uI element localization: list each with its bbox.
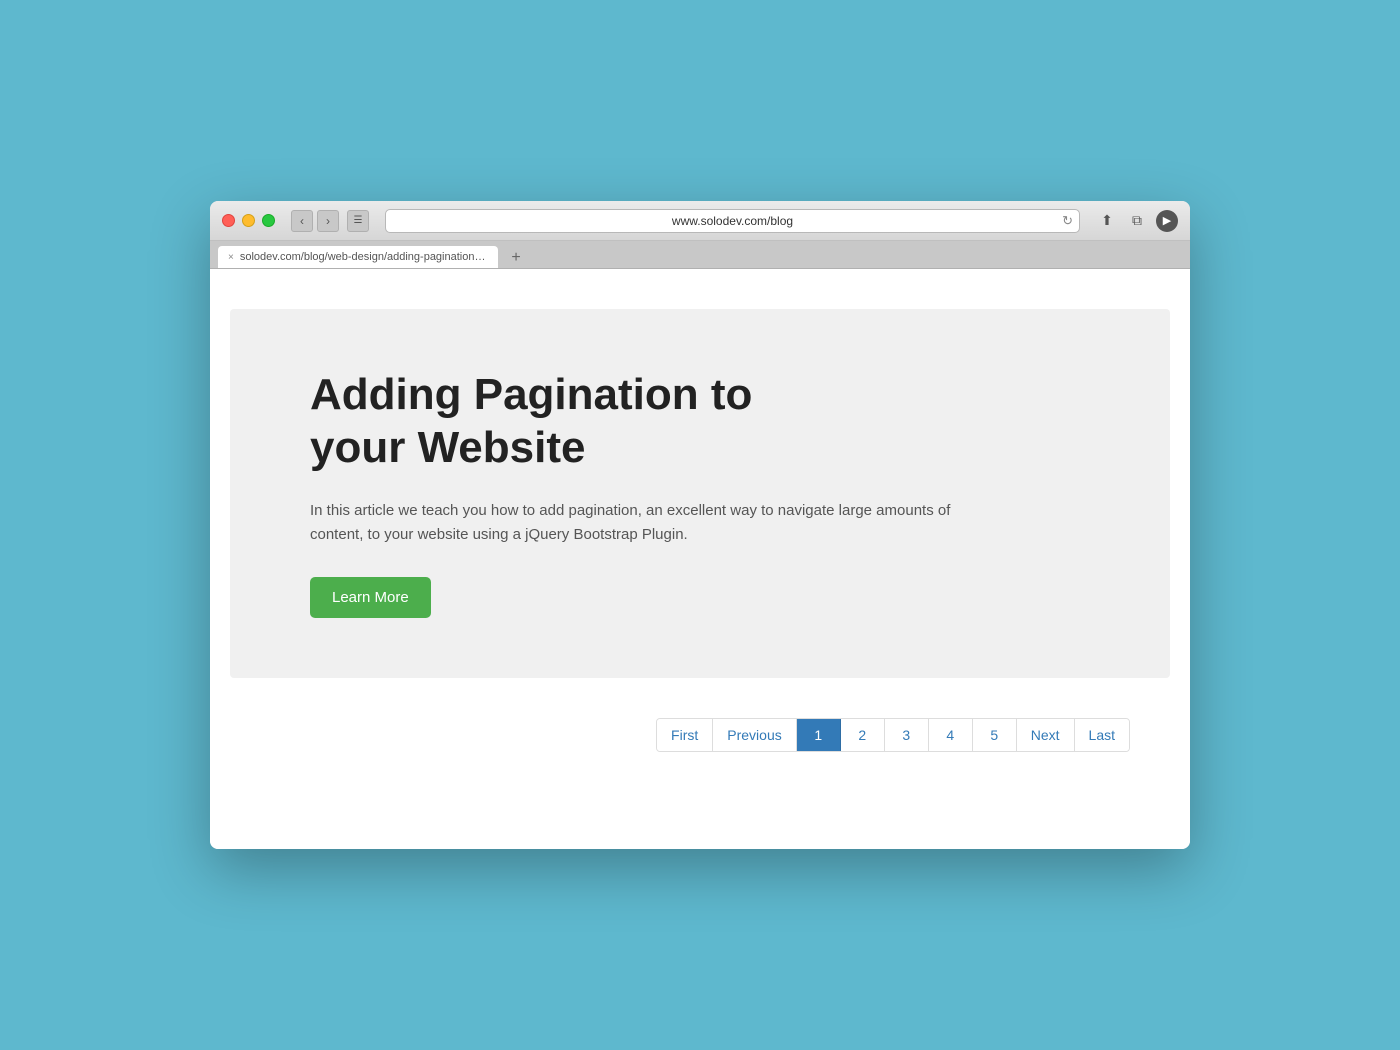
new-tab-button[interactable]: + (506, 248, 526, 268)
close-traffic-light[interactable] (222, 214, 235, 227)
active-tab[interactable]: × solodev.com/blog/web-design/adding-pag… (218, 246, 498, 268)
page-3-button[interactable]: 3 (885, 719, 929, 751)
pagination: First Previous 1 2 3 4 5 Next Last (656, 718, 1130, 752)
pagination-container: First Previous 1 2 3 4 5 Next Last (210, 678, 1190, 782)
page-2-button[interactable]: 2 (841, 719, 885, 751)
hero-title: Adding Pagination to your Website (310, 369, 810, 475)
previous-page-button[interactable]: Previous (713, 719, 796, 751)
minimize-traffic-light[interactable] (242, 214, 255, 227)
reader-view-button[interactable]: ☰ (347, 210, 369, 232)
duplicate-icon[interactable]: ⧉ (1126, 210, 1148, 232)
address-bar[interactable]: www.solodev.com/blog ↻ (385, 209, 1080, 233)
hero-description: In this article we teach you how to add … (310, 499, 960, 547)
share-icon[interactable]: ⬆ (1096, 210, 1118, 232)
traffic-lights (222, 214, 275, 227)
maximize-traffic-light[interactable] (262, 214, 275, 227)
url-text: www.solodev.com/blog (672, 214, 793, 228)
page-5-button[interactable]: 5 (973, 719, 1017, 751)
tab-bar: × solodev.com/blog/web-design/adding-pag… (210, 241, 1190, 269)
hero-section: Adding Pagination to your Website In thi… (230, 309, 1170, 678)
tab-url-label: solodev.com/blog/web-design/adding-pagin… (240, 251, 488, 263)
page-4-button[interactable]: 4 (929, 719, 973, 751)
title-bar: ‹ › ☰ www.solodev.com/blog ↻ ⬆ ⧉ ▶ (210, 201, 1190, 241)
forward-button[interactable]: › (317, 210, 339, 232)
refresh-icon[interactable]: ↻ (1062, 213, 1073, 229)
next-page-button[interactable]: Next (1017, 719, 1075, 751)
back-button[interactable]: ‹ (291, 210, 313, 232)
browser-window: ‹ › ☰ www.solodev.com/blog ↻ ⬆ ⧉ ▶ × sol… (210, 201, 1190, 849)
learn-more-button[interactable]: Learn More (310, 577, 431, 618)
page-content: Adding Pagination to your Website In thi… (210, 269, 1190, 849)
first-page-button[interactable]: First (657, 719, 713, 751)
last-page-button[interactable]: Last (1075, 719, 1129, 751)
toolbar-right: ⬆ ⧉ ▶ (1096, 210, 1178, 232)
nav-buttons: ‹ › (291, 210, 339, 232)
profile-icon[interactable]: ▶ (1156, 210, 1178, 232)
tab-close-button[interactable]: × (228, 252, 234, 263)
page-1-button[interactable]: 1 (797, 719, 841, 751)
